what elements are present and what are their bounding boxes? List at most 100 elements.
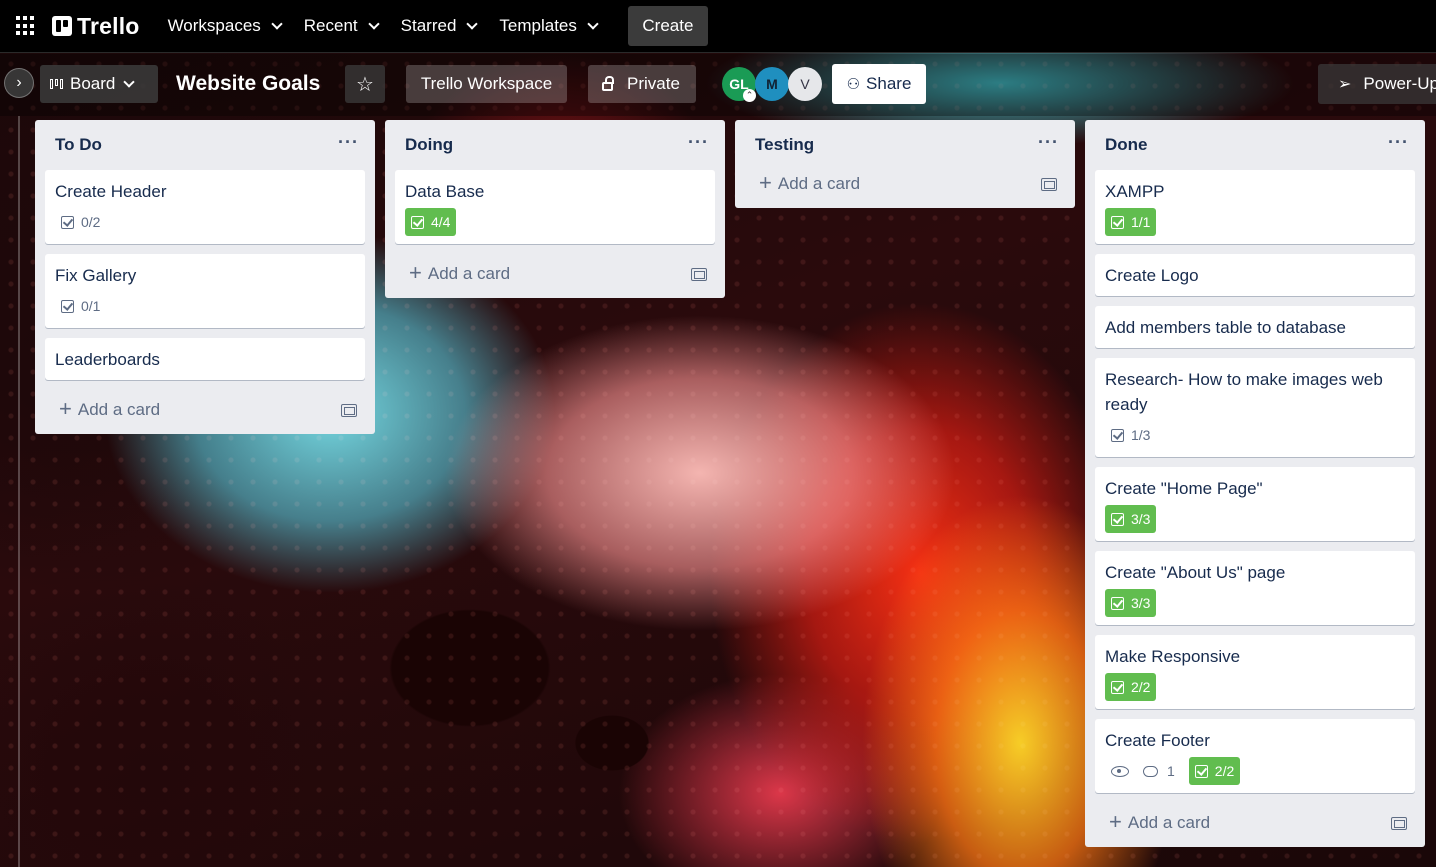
workspace-button[interactable]: Trello Workspace: [406, 65, 567, 103]
nav-item-label: Templates: [499, 16, 577, 35]
share-label: Share: [866, 74, 912, 93]
nav-menu: Workspaces Recent Starred Templates Crea…: [158, 6, 708, 46]
board-view-label: Board: [70, 74, 116, 93]
add-card-button[interactable]: + Add a card: [385, 254, 725, 294]
add-person-icon: ⚇: [846, 76, 861, 93]
more-options-icon[interactable]: ···: [1038, 132, 1059, 153]
add-card-button[interactable]: + Add a card: [1085, 803, 1425, 843]
checklist-count: 1/1: [1131, 213, 1151, 230]
trello-logo[interactable]: Trello: [52, 13, 140, 40]
power-ups-label: Power-Up: [1363, 74, 1436, 93]
chevron-down-icon: [271, 17, 283, 30]
list-title[interactable]: Doing: [405, 135, 453, 155]
plus-icon: +: [409, 260, 422, 285]
board-view-icon: [50, 79, 63, 89]
add-card-button[interactable]: + Add a card: [35, 390, 375, 430]
brand-name: Trello: [77, 12, 140, 39]
list-header: To Do ···: [35, 120, 375, 170]
avatar[interactable]: M: [755, 67, 789, 101]
card-title: Create Footer: [1105, 731, 1210, 750]
checklist-count: 3/3: [1131, 594, 1151, 611]
checklist-count: 4/4: [431, 213, 451, 230]
plus-icon: +: [1109, 809, 1122, 834]
sidebar-edge: [18, 116, 20, 867]
comments-badge: 1: [1143, 759, 1175, 784]
list-done: Done ··· XAMPP 1/1 Create Logo Add membe…: [1085, 120, 1425, 847]
chevron-down-icon: [123, 75, 136, 88]
checklist-badge: 3/3: [1105, 505, 1157, 533]
card[interactable]: XAMPP 1/1: [1095, 170, 1415, 244]
checkbox-icon: [411, 215, 424, 229]
card[interactable]: Create "Home Page" 3/3: [1095, 467, 1415, 541]
rocket-icon: ➢: [1338, 76, 1352, 93]
nav-starred-dropdown[interactable]: Starred: [391, 10, 487, 42]
more-options-icon[interactable]: ···: [338, 132, 359, 153]
board-view-switcher[interactable]: Board: [40, 65, 158, 103]
top-navigation: Trello Workspaces Recent Starred Templat…: [0, 0, 1436, 53]
add-card-label: Add a card: [427, 264, 511, 283]
checkbox-icon: [1111, 512, 1124, 526]
card[interactable]: Research- How to make images web ready 1…: [1095, 358, 1415, 457]
add-card-button[interactable]: + Add a card: [735, 164, 1075, 204]
card[interactable]: Create Header 0/2: [45, 170, 365, 244]
nav-workspaces-dropdown[interactable]: Workspaces: [158, 10, 291, 42]
avatar[interactable]: V: [788, 67, 822, 101]
card-title: Research- How to make images web ready: [1105, 370, 1383, 414]
card[interactable]: Fix Gallery 0/1: [45, 254, 365, 328]
list-title[interactable]: Done: [1105, 135, 1148, 155]
card[interactable]: Leaderboards: [45, 338, 365, 380]
power-ups-button[interactable]: ➢ Power-Up: [1318, 64, 1436, 104]
card[interactable]: Data Base 4/4: [395, 170, 715, 244]
add-card-label: Add a card: [777, 174, 861, 193]
card[interactable]: Create Footer 1 2/2: [1095, 719, 1415, 793]
checkbox-icon: [1111, 596, 1124, 610]
more-options-icon[interactable]: ···: [688, 132, 709, 153]
card[interactable]: Create "About Us" page 3/3: [1095, 551, 1415, 625]
chevron-down-icon: [587, 17, 599, 30]
card-title: Data Base: [405, 182, 485, 201]
nav-item-label: Starred: [400, 16, 457, 35]
more-options-icon[interactable]: ···: [1388, 132, 1409, 153]
expand-sidebar-button[interactable]: ›: [4, 68, 34, 98]
card-template-icon[interactable]: [341, 403, 357, 417]
card-title: Create "About Us" page: [1105, 563, 1286, 582]
list-header: Testing ···: [735, 120, 1075, 170]
checklist-badge: 4/4: [405, 208, 457, 236]
card-template-icon[interactable]: [691, 267, 707, 281]
star-board-button[interactable]: ☆: [345, 65, 385, 103]
create-button[interactable]: Create: [627, 6, 708, 46]
card-template-icon[interactable]: [1391, 816, 1407, 830]
checklist-count: 0/1: [81, 297, 101, 314]
visibility-label: Private: [627, 74, 680, 93]
checklist-badge: 1/3: [1105, 421, 1156, 449]
share-button[interactable]: ⚇ Share: [832, 64, 926, 104]
checkbox-icon: [1111, 428, 1124, 442]
checklist-count: 1/3: [1131, 426, 1151, 443]
nav-templates-dropdown[interactable]: Templates: [489, 10, 606, 42]
watching-eye-icon: [1111, 765, 1129, 777]
checklist-badge: 3/3: [1105, 589, 1157, 617]
star-icon: ☆: [356, 73, 374, 96]
card[interactable]: Make Responsive 2/2: [1095, 635, 1415, 709]
chevron-down-icon: [466, 17, 479, 30]
trello-logo-icon: [52, 16, 72, 36]
card-title: XAMPP: [1105, 182, 1165, 201]
board-title[interactable]: Website Goals: [176, 72, 320, 96]
list-title[interactable]: Testing: [755, 135, 814, 155]
chevron-down-icon: [367, 17, 380, 30]
add-card-label: Add a card: [77, 400, 161, 419]
card-template-icon[interactable]: [1041, 177, 1057, 191]
list-title[interactable]: To Do: [55, 135, 102, 155]
card[interactable]: Create Logo: [1095, 254, 1415, 296]
card-title: Fix Gallery: [55, 266, 137, 285]
list-doing: Doing ··· Data Base 4/4 + Add a card: [385, 120, 725, 298]
nav-item-label: Workspaces: [167, 16, 261, 35]
lock-icon: [602, 75, 614, 91]
checklist-count: 3/3: [1131, 510, 1151, 527]
app-switcher-icon[interactable]: [16, 16, 36, 36]
nav-recent-dropdown[interactable]: Recent: [294, 10, 388, 42]
checklist-badge: 0/1: [55, 292, 106, 320]
checklist-badge: 2/2: [1105, 673, 1157, 701]
visibility-button[interactable]: Private: [588, 65, 696, 103]
card[interactable]: Add members table to database: [1095, 306, 1415, 348]
